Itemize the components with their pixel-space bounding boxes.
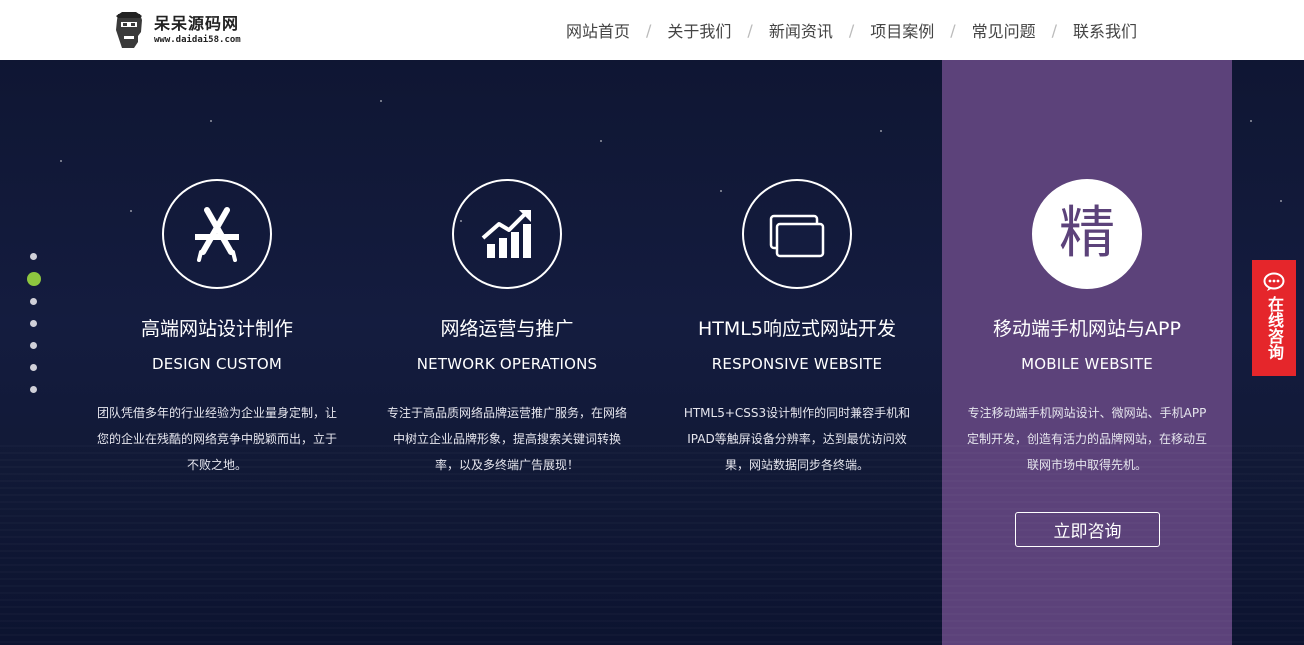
desc-line: 率，以及多终端广告展现！ [434,458,579,472]
star [1250,120,1252,122]
slider-pagination [27,253,41,408]
logo-title: 呆呆源码网 [154,14,240,33]
nav-home[interactable]: 网站首页 [566,18,630,42]
service-subtitle: RESPONSIVE WEBSITE [711,355,883,373]
desc-line: 您的企业在残酷的网络竞争中脱颖而出，立于 [96,432,337,446]
slider-dot[interactable] [29,386,37,393]
nav-separator: / [646,20,652,40]
desc-line: 定制开发，创造有活力的品牌网站，在移动互 [966,432,1207,446]
online-consult-label: 在线咨询 [1265,296,1284,360]
desc-line: 不败之地。 [186,458,247,472]
growth-chart-icon [452,179,562,289]
slider-dot[interactable] [29,342,37,349]
service-description: HTML5+CSS3设计制作的同时兼容手机和 IPAD等触屏设备分辨率，达到最优… [674,400,920,478]
nav-separator: / [848,20,855,40]
app-store-icon [162,179,272,289]
online-consult-float[interactable]: 在线咨询 [1252,260,1296,376]
nav-news[interactable]: 新闻资讯 [769,18,833,42]
nav-cases[interactable]: 项目案例 [870,18,934,42]
nav-separator: / [1051,20,1058,40]
star [60,160,62,162]
desc-line: 专注移动端手机网站设计、微网站、手机APP [967,406,1207,420]
desc-line: 团队凭借多年的行业经验为企业量身定制，让 [96,406,337,420]
desc-line: 果，网站数据同步各终端。 [724,458,869,472]
nav-about[interactable]: 关于我们 [667,18,731,42]
nav-separator: / [950,20,956,40]
service-subtitle: MOBILE WEBSITE [1021,355,1153,373]
service-title: 高端网站设计制作 [140,318,293,340]
service-title: 网络运营与推广 [440,318,574,340]
nav-separator: / [747,20,753,40]
responsive-screens-icon [742,179,852,289]
service-description: 专注于高品质网络品牌运营推广服务，在网络 中树立企业品牌形象，提高搜索关键词转换… [384,400,630,478]
icon-character: 精 [1059,201,1115,266]
desc-line: HTML5+CSS3设计制作的同时兼容手机和 [683,406,911,420]
desc-line: 联网市场中取得先机。 [1026,458,1147,472]
slider-dot[interactable] [29,298,37,305]
desc-line: IPAD等触屏设备分辨率，达到最优访问效 [687,432,907,446]
nav-faq[interactable]: 常见问题 [972,18,1036,42]
consult-now-button[interactable]: 立即咨询 [1015,512,1160,547]
slider-dot[interactable] [29,253,37,260]
service-subtitle: NETWORK OPERATIONS [416,355,598,373]
logo-subtitle: www.daidai58.com [154,35,241,45]
slider-dot[interactable] [29,320,37,327]
slider-dot-active[interactable] [27,272,41,286]
logo-face-icon [112,10,146,50]
desc-line: 中树立企业品牌形象，提高搜索关键词转换 [392,432,621,446]
services-hero: 高端网站设计制作 DESIGN CUSTOM 团队凭借多年的行业经验为企业量身定… [0,60,1304,645]
chat-bubble-icon [1263,272,1285,291]
desc-line: 专注于高品质网络品牌运营推广服务，在网络 [386,406,627,420]
service-description: 专注移动端手机网站设计、微网站、手机APP 定制开发，创造有活力的品牌网站，在移… [964,400,1210,478]
site-header: 呆呆源码网 www.daidai58.com 网站首页 / 关于我们 / 新闻资… [0,0,1304,60]
service-title: 移动端手机网站与APP [993,318,1181,340]
service-description: 团队凭借多年的行业经验为企业量身定制，让 您的企业在残酷的网络竞争中脱颖而出，立… [94,400,340,478]
star [1280,200,1282,202]
site-logo[interactable]: 呆呆源码网 www.daidai58.com [112,8,241,52]
jing-character-icon: 精 [1032,179,1142,289]
slider-dot[interactable] [29,364,37,371]
nav-contact[interactable]: 联系我们 [1073,18,1137,42]
service-mobile: 精 移动端手机网站与APP MOBILE WEBSITE 专注移动端手机网站设计… [942,60,1232,645]
service-title: HTML5响应式网站开发 [698,318,896,340]
service-subtitle: DESIGN CUSTOM [151,355,283,373]
main-nav: 网站首页 / 关于我们 / 新闻资讯 / 项目案例 / 常见问题 / 联系我们 [566,0,1137,60]
service-network: 网络运营与推广 NETWORK OPERATIONS 专注于高品质网络品牌运营推… [362,60,652,645]
service-design: 高端网站设计制作 DESIGN CUSTOM 团队凭借多年的行业经验为企业量身定… [72,60,362,645]
service-responsive: HTML5响应式网站开发 RESPONSIVE WEBSITE HTML5+CS… [652,60,942,645]
